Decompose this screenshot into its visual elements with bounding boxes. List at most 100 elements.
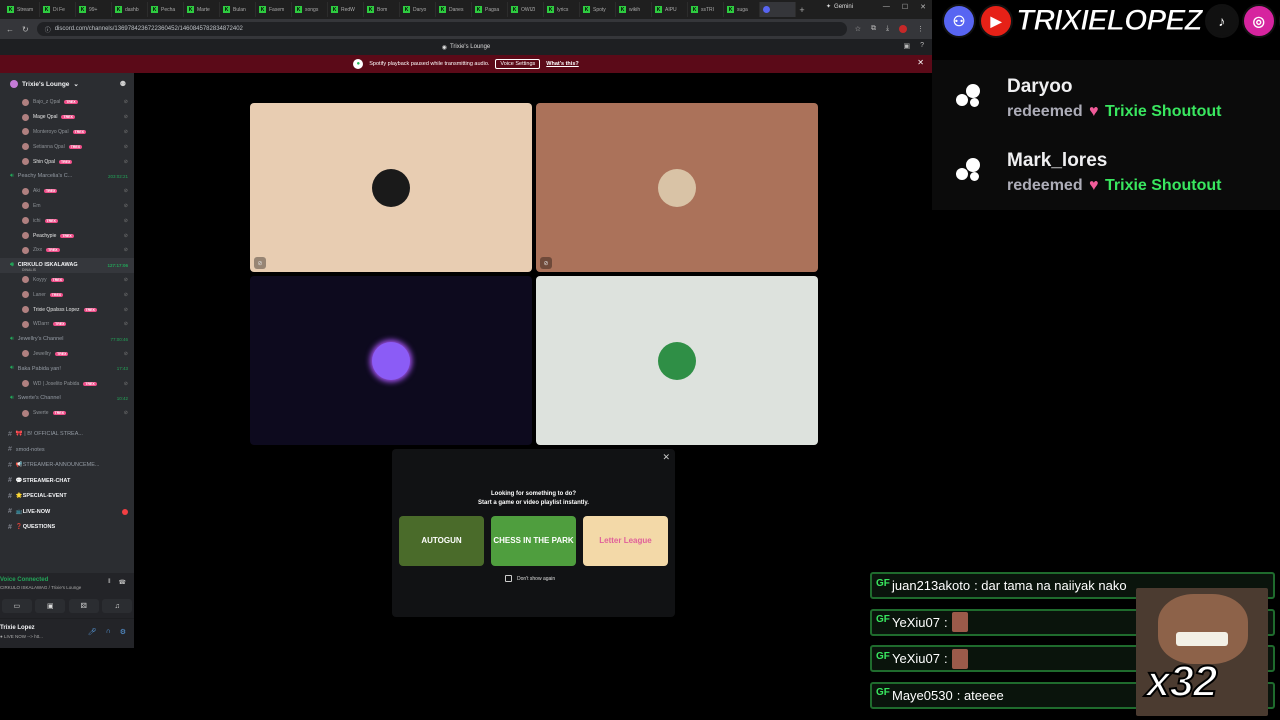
voice-channel[interactable]: 🔊︎ Swerte's Channel 10:42 <box>0 391 134 406</box>
url-field[interactable]: ⓘ discord.com/channels/13697842367223604… <box>36 22 847 36</box>
browser-tab[interactable]: Klyrics <box>544 2 580 17</box>
browser-tab[interactable]: K AIPU <box>652 2 688 17</box>
voice-member[interactable]: Setianna Qpal TREX ⊘ <box>0 139 134 154</box>
video-tile[interactable] <box>536 276 818 445</box>
reload-icon[interactable]: ↻ <box>22 25 29 34</box>
browser-tab[interactable] <box>760 2 796 17</box>
help-icon[interactable]: ? <box>920 42 924 50</box>
voice-member[interactable]: Peachypie TREX ⊘ <box>0 228 134 243</box>
game-card-autogun[interactable]: AUTOGUN <box>399 516 484 566</box>
voice-channel[interactable]: 🔊︎ Baka Pabida yan! 17:43 <box>0 361 134 376</box>
voice-member[interactable]: Swerte TREX ⊘ <box>0 406 134 421</box>
user-name[interactable]: Trixie Lopez <box>0 625 35 631</box>
browser-tab[interactable]: K Di Fe <box>40 2 76 17</box>
voice-channel[interactable]: 🔊︎ Peachy Marcelia's C... 203:02:21 <box>0 169 134 184</box>
checkbox[interactable] <box>505 575 512 582</box>
camera-button[interactable]: ▭ <box>1 599 32 613</box>
downloads-icon[interactable]: ⤓ <box>886 25 889 33</box>
voice-channel[interactable]: 🔊︎ Jewellry's Channel 77:00:46 <box>0 332 134 347</box>
soundboard-button[interactable]: ♫ <box>102 599 133 613</box>
browser-tab[interactable]: K Daryo <box>400 2 436 17</box>
voice-member[interactable]: Koyyy TREX ⊘ <box>0 273 134 288</box>
voice-channel[interactable]: 🔊︎ CIRKULO ISKALAWAG 127:17:06 DINALIS <box>0 257 134 273</box>
tab-gemini[interactable]: ✦ Gemini <box>826 3 853 11</box>
popup-close-icon[interactable]: ✕ <box>662 452 670 463</box>
text-channel[interactable]: # 🎀 | B! OFFICIAL STREA... <box>0 427 134 443</box>
game-card-chess[interactable]: CHESS IN THE PARK <box>491 516 576 566</box>
inbox-icon[interactable]: ▣ <box>903 42 910 50</box>
menu-icon[interactable]: ⋮ <box>917 25 924 33</box>
server-header[interactable]: Trixie's Lounge ⌄ ⚉ <box>0 73 134 95</box>
headphones-icon[interactable]: ∩ <box>106 628 111 636</box>
muted-mic-icon: ⊘ <box>123 306 128 313</box>
voice-member[interactable]: Aki TREX ⊘ <box>0 184 134 199</box>
video-tile[interactable]: ⊘ <box>536 103 818 272</box>
invite-icon[interactable]: ⚉ <box>120 80 126 88</box>
site-info-icon[interactable]: ⓘ <box>45 25 51 34</box>
settings-gear-icon[interactable]: ⚙ <box>120 628 126 636</box>
new-tab-icon[interactable]: + <box>796 5 808 15</box>
voice-settings-button[interactable]: Voice Settings <box>495 59 541 69</box>
browser-tab[interactable]: K Bulan <box>220 2 256 17</box>
browser-tab[interactable]: K OWIZI <box>508 2 544 17</box>
screen-share-button[interactable]: ▣ <box>35 599 66 613</box>
hash-icon: # <box>8 461 12 469</box>
browser-tab[interactable]: Ksongs <box>292 2 328 17</box>
text-channel[interactable]: # ❓QUESTIONS <box>0 520 134 536</box>
browser-tab[interactable]: K Pecha <box>148 2 184 17</box>
browser-tab[interactable]: K Danes <box>436 2 472 17</box>
browser-tab[interactable]: Ksuga <box>724 2 760 17</box>
text-channel[interactable]: # 📢STREAMER-ANNOUNCEME... <box>0 458 134 474</box>
browser-tab[interactable]: K Pagsa <box>472 2 508 17</box>
notice-close-icon[interactable]: ✕ <box>917 58 924 67</box>
voice-member[interactable]: Trixie Qpalsss Lopez TREX ⊘ <box>0 302 134 317</box>
text-channel[interactable]: # 💬STREAMER-CHAT <box>0 473 134 489</box>
text-channel[interactable]: # 📺LIVE-NOW <box>0 504 134 520</box>
close-window-icon[interactable]: ✕ <box>920 3 926 11</box>
voice-member[interactable]: Shin Qpal TREX ⊘ <box>0 154 134 169</box>
voice-member[interactable]: Monteroyo Qpal TREX ⊘ <box>0 125 134 140</box>
voice-member[interactable]: WD | Joselito Pabida TREX ⊘ <box>0 376 134 391</box>
member-badge: TREX <box>53 322 67 327</box>
browser-tab[interactable]: K Fasem <box>256 2 292 17</box>
back-icon[interactable]: ← <box>6 25 14 34</box>
bookmark-star-icon[interactable]: ☆ <box>855 25 861 33</box>
whats-this-link[interactable]: What's this? <box>546 61 578 67</box>
voice-member[interactable]: Bajo_z Qpal TREX ⊘ <box>0 95 134 110</box>
browser-tab[interactable]: K Stream <box>4 2 40 17</box>
browser-tab[interactable]: Kwikih <box>616 2 652 17</box>
avatar <box>22 350 29 358</box>
signal-icon[interactable]: ⦀ <box>108 579 111 586</box>
text-channel[interactable]: # smod-notes <box>0 442 134 458</box>
voice-member[interactable]: Em ⊘ <box>0 199 134 214</box>
dont-show-again[interactable]: Don't show again <box>505 575 555 582</box>
voice-member[interactable]: WDarrr TREX ⊘ <box>0 317 134 332</box>
profile-avatar[interactable] <box>899 25 908 33</box>
hash-icon: # <box>8 523 12 531</box>
microphone-icon[interactable]: 🎤︎ <box>88 628 97 636</box>
browser-tab[interactable]: K 99+ <box>76 2 112 17</box>
video-tile[interactable]: ⊘ <box>250 103 532 272</box>
voice-member[interactable]: ichi TREX ⊘ <box>0 213 134 228</box>
browser-tab[interactable]: K Marte <box>184 2 220 17</box>
voice-member[interactable]: Mage Qpal TREX ⊘ <box>0 110 134 125</box>
game-card-letter-league[interactable]: Letter League <box>583 516 668 566</box>
maximize-icon[interactable]: ☐ <box>902 3 908 11</box>
text-channel[interactable]: # 🌟SPECIAL-EVENT <box>0 489 134 505</box>
browser-tab[interactable]: Kdashb <box>112 2 148 17</box>
tab-favicon-icon: K <box>547 6 554 13</box>
video-tile[interactable] <box>250 276 532 445</box>
voice-member[interactable]: Jewellry TREX ⊘ <box>0 347 134 362</box>
browser-tab[interactable]: KssTRI <box>688 2 724 17</box>
browser-tab[interactable]: K RedW <box>328 2 364 17</box>
minimize-icon[interactable]: — <box>883 3 890 11</box>
member-name: Em <box>33 202 41 209</box>
browser-tab[interactable]: K Spoty <box>580 2 616 17</box>
browser-tab[interactable]: K Bom <box>364 2 400 17</box>
disconnect-icon[interactable]: ☎ <box>119 579 126 586</box>
extensions-icon[interactable]: ⧉ <box>871 25 876 33</box>
voice-member[interactable]: Laner TREX ⊘ <box>0 287 134 302</box>
activities-button[interactable]: ⚄ <box>68 599 99 613</box>
voice-connected-subtitle[interactable]: CIRKULO ISKALAWAG / Trixie's Lounge <box>0 585 81 590</box>
voice-member[interactable]: Zixx TREX ⊘ <box>0 243 134 258</box>
